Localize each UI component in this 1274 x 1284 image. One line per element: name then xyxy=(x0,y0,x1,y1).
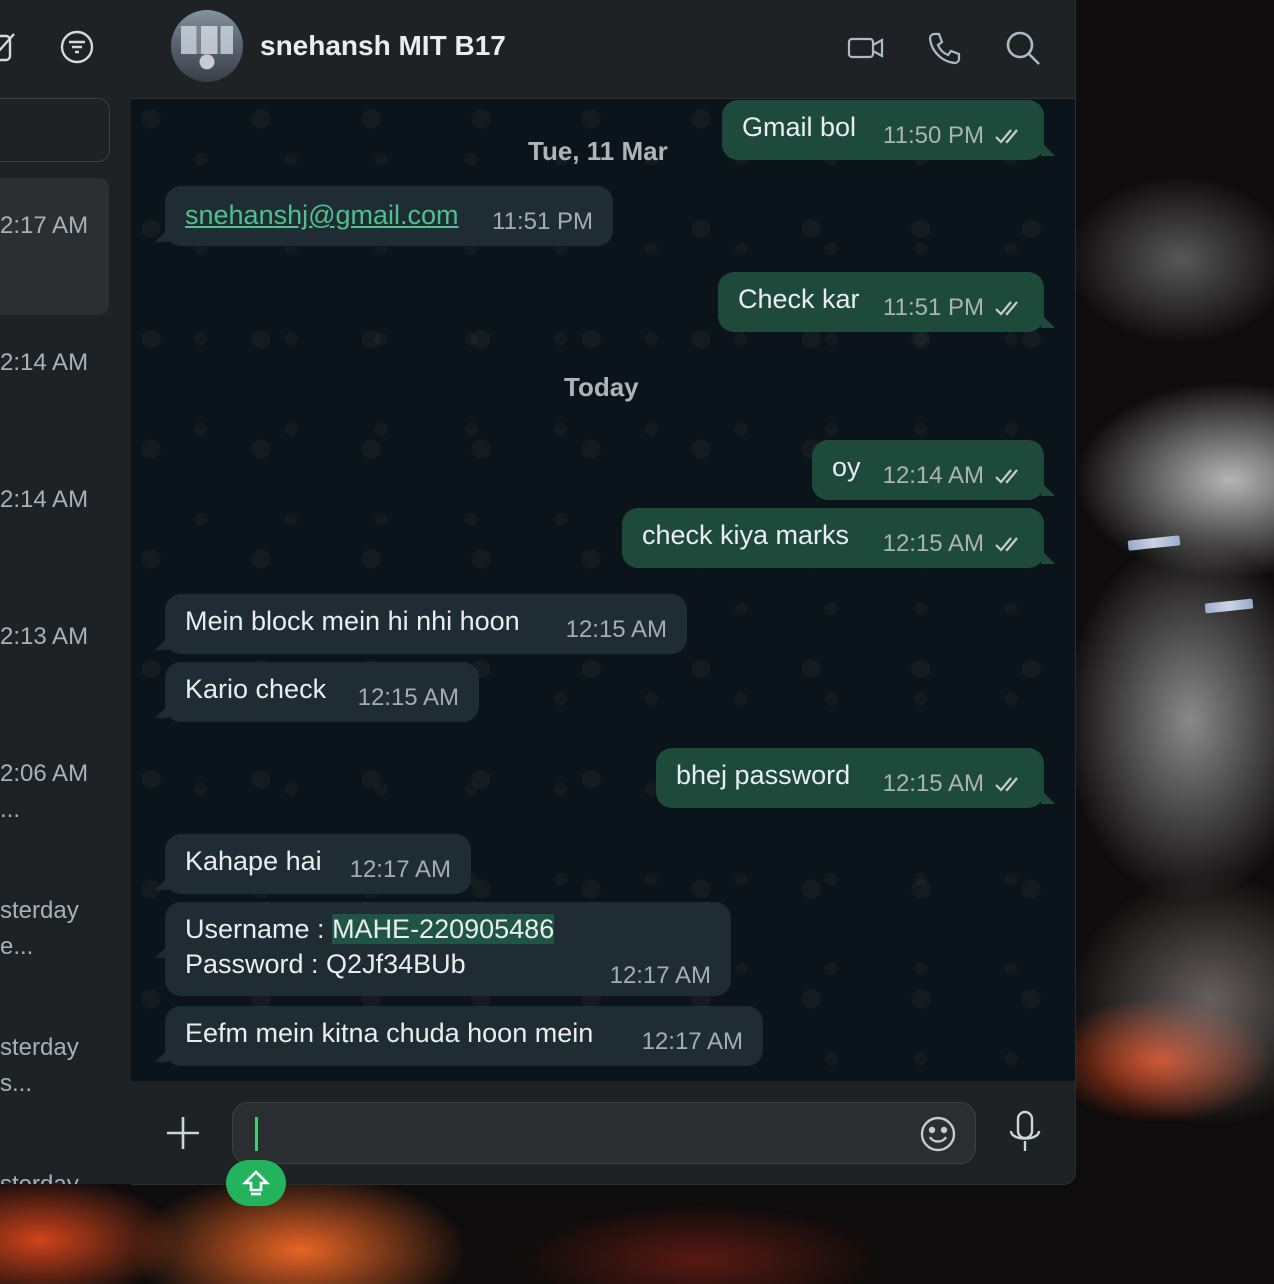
message-outgoing[interactable]: Gmail bol 11:50 PM xyxy=(722,100,1044,160)
chat-time: 2:14 AM xyxy=(0,486,89,513)
message-text: Kario check xyxy=(185,674,327,704)
date-separator: Tue, 11 Mar xyxy=(528,136,668,166)
message-incoming[interactable]: Kario check 12:15 AM xyxy=(165,662,479,722)
message-incoming[interactable]: snehanshj@gmail.com 11:51 PM xyxy=(165,186,613,246)
message-text: Kahape hai xyxy=(185,846,322,876)
message-time: 12:17 AM xyxy=(641,1028,743,1055)
stage-light xyxy=(1127,535,1181,551)
chat-header: snehansh MIT B17 xyxy=(131,0,1075,99)
arrow-up-icon[interactable] xyxy=(226,1160,286,1206)
message-time: 12:17 AM xyxy=(349,856,451,883)
message-text: Username : MAHE-220905486 xyxy=(185,914,555,945)
chat-time: 2:13 AM xyxy=(0,623,89,650)
date-separator: Today xyxy=(564,372,639,402)
plus-icon[interactable] xyxy=(163,1113,203,1153)
message-time: 11:51 PM xyxy=(883,294,984,321)
message-time: 12:15 AM xyxy=(357,684,459,711)
chat-search-input[interactable] xyxy=(0,98,110,162)
message-text: Gmail bol xyxy=(742,112,857,142)
message-incoming[interactable]: Eefm mein kitna chuda hoon mein 12:17 AM xyxy=(165,1006,763,1066)
text-caret xyxy=(255,1117,258,1151)
emoji-icon[interactable] xyxy=(919,1115,957,1153)
message-text: Check kar xyxy=(738,284,860,314)
microphone-icon[interactable] xyxy=(1005,1109,1045,1155)
message-time: 12:15 AM xyxy=(565,616,667,643)
chat-list-item[interactable]: 2:17 AM xyxy=(0,178,109,315)
message-text: Mein block mein hi nhi hoon xyxy=(185,606,520,636)
message-text: oy xyxy=(832,452,861,482)
message-text: Eefm mein kitna chuda hoon mein xyxy=(185,1018,594,1048)
chat-time: 2:06 AM xyxy=(0,760,89,787)
password-line: Password : Q2Jf34BUb xyxy=(185,949,466,979)
chat-preview: e... xyxy=(0,933,34,960)
message-incoming[interactable]: Mein block mein hi nhi hoon 12:15 AM xyxy=(165,594,687,654)
double-check-icon xyxy=(995,777,1018,792)
chat-list-item[interactable]: sterday s... xyxy=(0,1000,109,1137)
chat-time: sterday xyxy=(0,897,79,924)
username-value[interactable]: MAHE-220905486 xyxy=(332,914,555,944)
chat-list-item[interactable]: 2:14 AM xyxy=(0,452,109,589)
phone-icon[interactable] xyxy=(924,28,964,68)
message-time: 12:14 AM xyxy=(882,462,984,489)
message-text: bhej password xyxy=(676,760,851,790)
message-outgoing[interactable]: bhej password 12:15 AM xyxy=(656,748,1044,808)
message-input[interactable] xyxy=(232,1102,976,1164)
username-label: Username : xyxy=(185,914,333,944)
chat-window: snehansh MIT B17 Tue, 11 Mar Gmail bol 1… xyxy=(131,0,1076,1185)
stage-light xyxy=(1204,598,1254,614)
chat-list-item[interactable]: sterday e... xyxy=(0,863,109,1000)
chat-list-item[interactable]: sterday xyxy=(0,1137,109,1184)
chat-time: 2:14 AM xyxy=(0,349,89,376)
chat-list-sidebar: 2:17 AM 2:14 AM 2:14 AM 2:13 AM 2:06 AM … xyxy=(0,0,132,1184)
message-time: 12:15 AM xyxy=(882,530,984,557)
message-text: check kiya marks xyxy=(642,520,850,550)
filter-icon[interactable] xyxy=(60,30,94,64)
message-list[interactable]: Tue, 11 Mar Gmail bol 11:50 PM snehanshj… xyxy=(131,99,1075,1081)
chat-time: sterday xyxy=(0,1034,79,1061)
message-outgoing[interactable]: check kiya marks 12:15 AM xyxy=(622,508,1044,568)
contact-name[interactable]: snehansh MIT B17 xyxy=(260,30,506,62)
email-link[interactable]: snehanshj@gmail.com xyxy=(185,200,459,231)
chat-list-item[interactable]: 2:14 AM xyxy=(0,315,109,452)
search-icon[interactable] xyxy=(1003,28,1043,68)
chat-preview: s... xyxy=(0,1070,33,1097)
message-time: 11:51 PM xyxy=(492,208,593,235)
avatar[interactable] xyxy=(171,10,243,82)
chat-time: sterday xyxy=(0,1171,79,1184)
message-outgoing[interactable]: Check kar 11:51 PM xyxy=(718,272,1044,332)
double-check-icon xyxy=(995,129,1018,144)
chat-preview: ... xyxy=(0,796,21,823)
chat-list-item[interactable]: 2:06 AM ... xyxy=(0,726,109,863)
message-incoming[interactable]: Kahape hai 12:17 AM xyxy=(165,834,471,894)
message-time: 12:15 AM xyxy=(882,770,984,797)
chat-list-item[interactable]: 2:13 AM xyxy=(0,589,109,726)
new-chat-icon[interactable] xyxy=(0,30,20,64)
video-camera-icon[interactable] xyxy=(846,28,886,68)
chat-time: 2:17 AM xyxy=(0,212,89,239)
message-incoming[interactable]: Username : MAHE-220905486 Password : Q2J… xyxy=(165,902,731,996)
double-check-icon xyxy=(995,537,1018,552)
message-time: 12:17 AM xyxy=(609,962,711,989)
message-outgoing[interactable]: oy 12:14 AM xyxy=(812,440,1044,500)
double-check-icon xyxy=(995,469,1018,484)
message-time: 11:50 PM xyxy=(883,122,984,149)
double-check-icon xyxy=(995,301,1018,316)
